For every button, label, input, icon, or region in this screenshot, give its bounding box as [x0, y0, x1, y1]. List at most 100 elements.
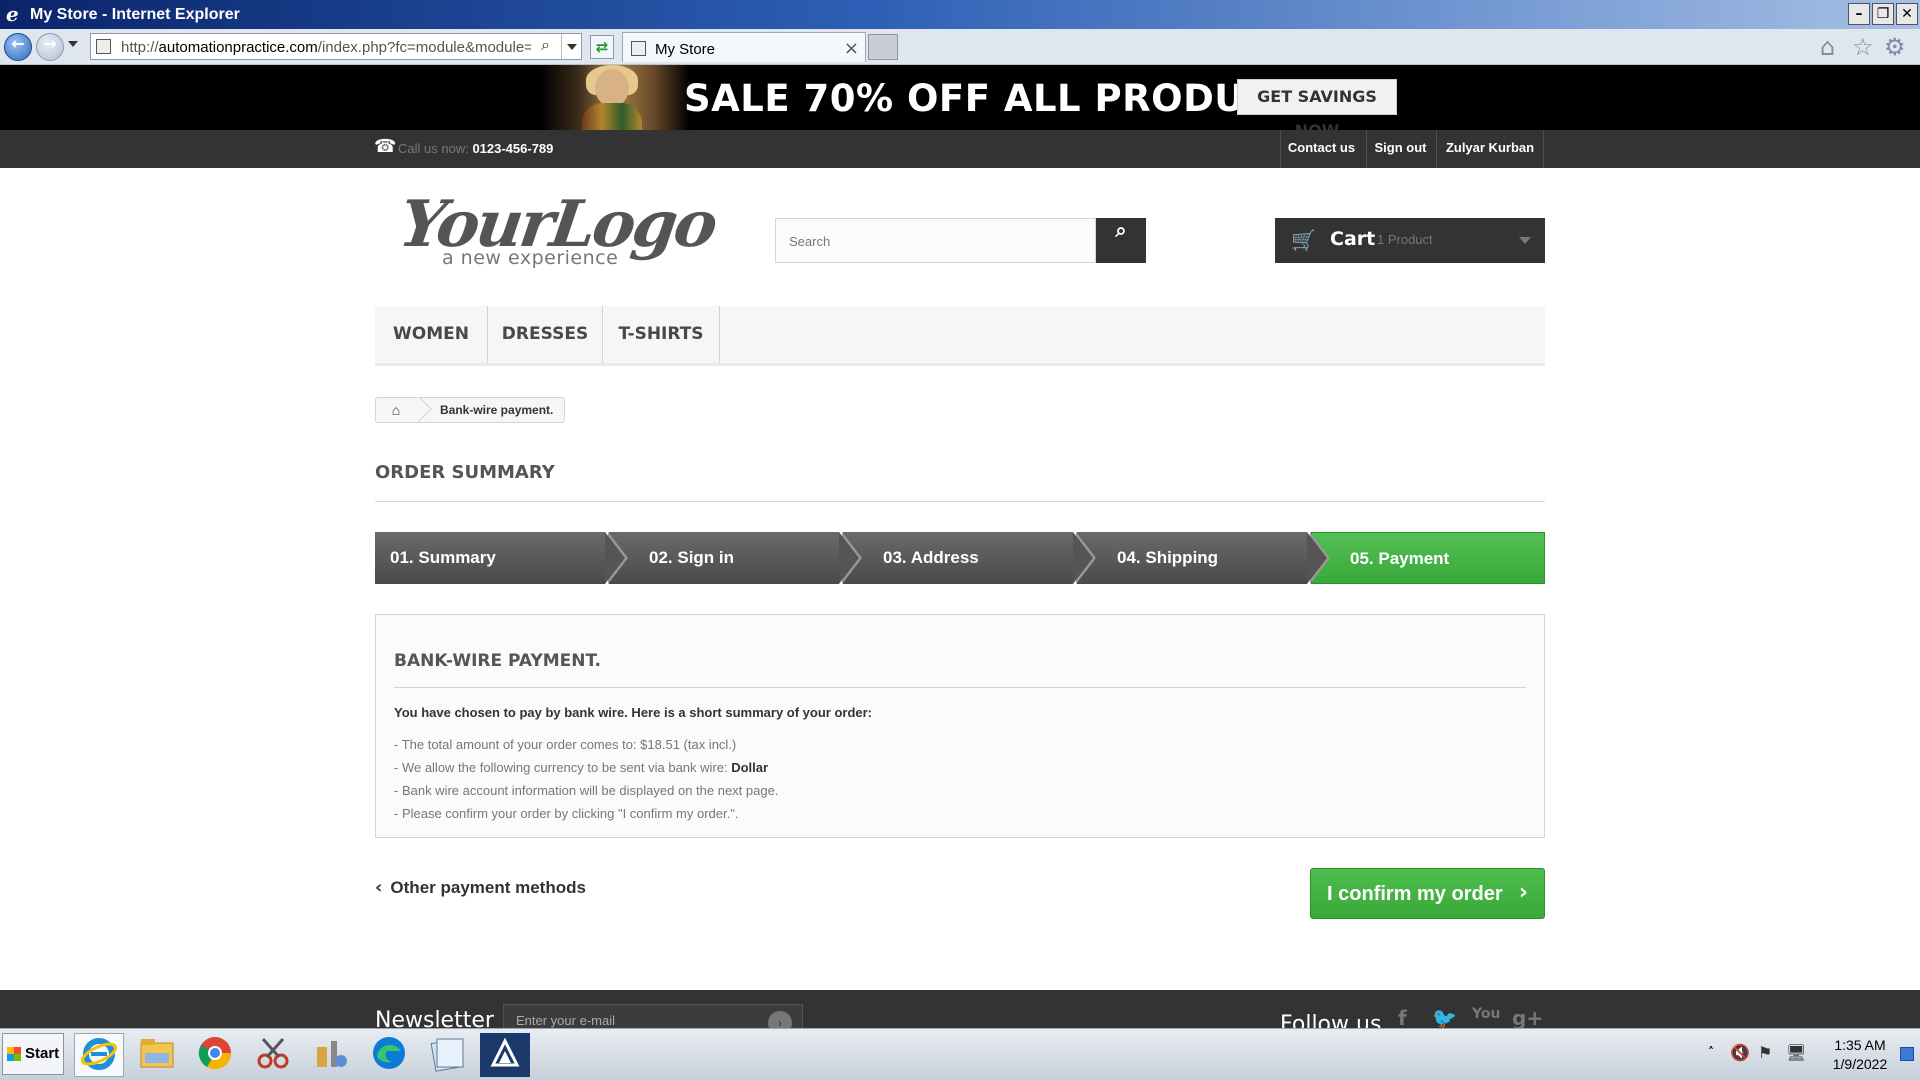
volume-icon[interactable]: 🔇 — [1730, 1043, 1750, 1062]
sign-out-link[interactable]: Sign out — [1366, 130, 1434, 168]
step-label: 03. Address — [883, 548, 979, 567]
ie-logo-icon: e — [6, 2, 19, 26]
tab-label: My Store — [655, 41, 716, 58]
get-savings-button[interactable]: GET SAVINGS NOW — [1237, 79, 1397, 140]
chevron-right-icon: › — [1518, 880, 1528, 905]
start-label: Start — [25, 1045, 60, 1062]
newsletter-input[interactable]: Enter your e-mail › — [503, 1004, 803, 1028]
promo-banner[interactable]: SALE 70% OFF ALL PRODUCTS GET SAVINGS NO… — [0, 65, 1920, 140]
contact-us-link[interactable]: Contact us — [1280, 130, 1362, 168]
taskbar-notes-icon[interactable] — [422, 1033, 472, 1077]
breadcrumb: ⌂ Bank-wire payment. — [375, 396, 565, 423]
menu-tshirts[interactable]: T-SHIRTS — [603, 306, 720, 363]
page-favicon-icon — [96, 39, 111, 54]
tab-favicon-icon — [631, 41, 646, 56]
taskbar-edge-icon[interactable] — [364, 1033, 414, 1077]
phone-icon: ☎ — [374, 136, 397, 156]
taskbar-ie-icon[interactable] — [74, 1033, 124, 1077]
confirm-order-button[interactable]: I confirm my order › — [1310, 868, 1545, 919]
search-button[interactable]: ⌕ — [1096, 218, 1146, 263]
new-tab-button[interactable] — [868, 34, 898, 60]
back-icon[interactable]: ← — [4, 33, 32, 61]
twitter-icon[interactable]: 🐦 — [1432, 1006, 1457, 1028]
minimize-button[interactable]: – — [1848, 3, 1870, 25]
summary-total: - The total amount of your order comes t… — [394, 737, 737, 752]
forward-icon[interactable]: → — [36, 33, 64, 61]
restore-button[interactable]: ❐ — [1872, 3, 1894, 25]
step-summary[interactable]: 01. Summary — [375, 532, 628, 584]
address-bar[interactable]: http://automationpractice.com/index.php?… — [90, 33, 582, 60]
summary-bank-info: - Bank wire account information will be … — [394, 783, 779, 798]
browser-toolbar: ← → http://automationpractice.com/index.… — [0, 29, 1920, 65]
taskbar-explorer-icon[interactable] — [132, 1033, 182, 1077]
step-label: 04. Shipping — [1117, 548, 1219, 567]
show-hidden-icons-icon[interactable]: ˄ — [1708, 1045, 1714, 1059]
page-title: ORDER SUMMARY — [375, 462, 555, 483]
refresh-icon[interactable]: ⇄ — [590, 35, 614, 59]
step-label: 01. Summary — [390, 548, 496, 567]
cart-label: Cart — [1330, 228, 1376, 250]
summary-currency: - We allow the following currency to be … — [394, 760, 769, 775]
menu-women[interactable]: WOMEN — [375, 306, 488, 363]
sale-text: SALE 70% OFF ALL PRODUCTS — [684, 77, 1326, 120]
box-title: BANK-WIRE PAYMENT. — [394, 651, 601, 671]
facebook-icon[interactable]: f — [1398, 1006, 1407, 1028]
follow-us-title: Follow us — [1280, 1012, 1382, 1028]
history-dropdown-icon[interactable] — [68, 41, 78, 47]
start-button[interactable]: Start — [2, 1033, 64, 1075]
action-center-icon[interactable]: ⚑ — [1758, 1043, 1772, 1062]
show-desktop-icon[interactable] — [1900, 1047, 1914, 1061]
address-search-icon[interactable]: ⌕ — [541, 37, 550, 55]
step-shipping[interactable]: 04. Shipping — [1077, 532, 1330, 584]
top-nav: ☎ Call us now: 0123-456-789 Contact us S… — [0, 130, 1920, 168]
call-us: Call us now: 0123-456-789 — [398, 141, 554, 156]
window-title: My Store - Internet Explorer — [30, 6, 240, 23]
summary-confirm-hint: - Please confirm your order by clicking … — [394, 806, 739, 821]
footer: Newsletter Enter your e-mail › Follow us… — [0, 990, 1920, 1028]
favorites-star-icon[interactable]: ☆ — [1852, 35, 1874, 59]
taskbar-tools-icon[interactable] — [306, 1033, 356, 1077]
tools-gear-icon[interactable]: ⚙ — [1884, 35, 1906, 59]
logo-tagline: a new experience — [442, 247, 619, 269]
confirm-label: I confirm my order — [1327, 883, 1503, 905]
cart-count: 1 Product — [1377, 232, 1433, 247]
banner-model-image — [540, 65, 690, 130]
menu-dresses[interactable]: DRESSES — [488, 306, 603, 363]
step-label: 02. Sign in — [649, 548, 735, 567]
summary-lead: You have chosen to pay by bank wire. Her… — [394, 705, 873, 720]
google-plus-icon[interactable]: g+ — [1512, 1006, 1543, 1028]
clock-time: 1:35 AM — [1834, 1037, 1886, 1053]
taskbar-snipping-icon[interactable] — [248, 1033, 298, 1077]
box-divider — [394, 687, 1526, 688]
search-input[interactable]: Search — [775, 218, 1096, 263]
tab-close-icon[interactable]: × — [844, 38, 859, 59]
search-icon: ⌕ — [1115, 218, 1127, 242]
step-payment-active: 05. Payment — [1311, 532, 1545, 584]
step-address[interactable]: 03. Address — [843, 532, 1096, 584]
system-clock[interactable]: 1:35 AM 1/9/2022 — [1820, 1036, 1900, 1074]
tab-my-store[interactable]: My Store × — [622, 32, 866, 62]
bank-wire-box: BANK-WIRE PAYMENT. You have chosen to pa… — [375, 614, 1545, 838]
heading-divider — [375, 501, 1545, 502]
chevron-left-icon: ‹ — [375, 877, 383, 898]
address-dropdown-icon[interactable] — [561, 34, 581, 59]
search-placeholder: Search — [789, 234, 831, 249]
url-text[interactable]: http://automationpractice.com/index.php?… — [121, 39, 531, 56]
main-menu: WOMEN DRESSES T-SHIRTS — [375, 306, 1545, 366]
store-logo[interactable]: YourLogo a new experience — [395, 187, 720, 277]
other-payment-methods-link[interactable]: ‹ Other payment methods — [375, 877, 586, 898]
windows-taskbar: Start ˄ 🔇 ⚑ 🖥 1:35 AM 1/9/2022 — [0, 1028, 1920, 1080]
newsletter-placeholder: Enter your e-mail — [516, 1013, 615, 1028]
youtube-icon[interactable]: You — [1472, 1006, 1500, 1022]
network-icon[interactable]: 🖥 — [1786, 1043, 1806, 1062]
cart-icon: 🛒 — [1291, 230, 1316, 252]
newsletter-submit-icon[interactable]: › — [768, 1011, 792, 1028]
close-window-button[interactable]: ✕ — [1896, 3, 1918, 25]
cart-button[interactable]: 🛒 Cart 1 Product — [1275, 218, 1545, 263]
home-icon[interactable]: ⌂ — [1820, 35, 1835, 59]
taskbar-app-icon[interactable] — [480, 1033, 530, 1077]
account-link[interactable]: Zulyar Kurban — [1436, 130, 1544, 168]
cart-dropdown-icon[interactable] — [1519, 237, 1531, 244]
step-sign-in[interactable]: 02. Sign in — [609, 532, 862, 584]
taskbar-chrome-icon[interactable] — [190, 1033, 240, 1077]
